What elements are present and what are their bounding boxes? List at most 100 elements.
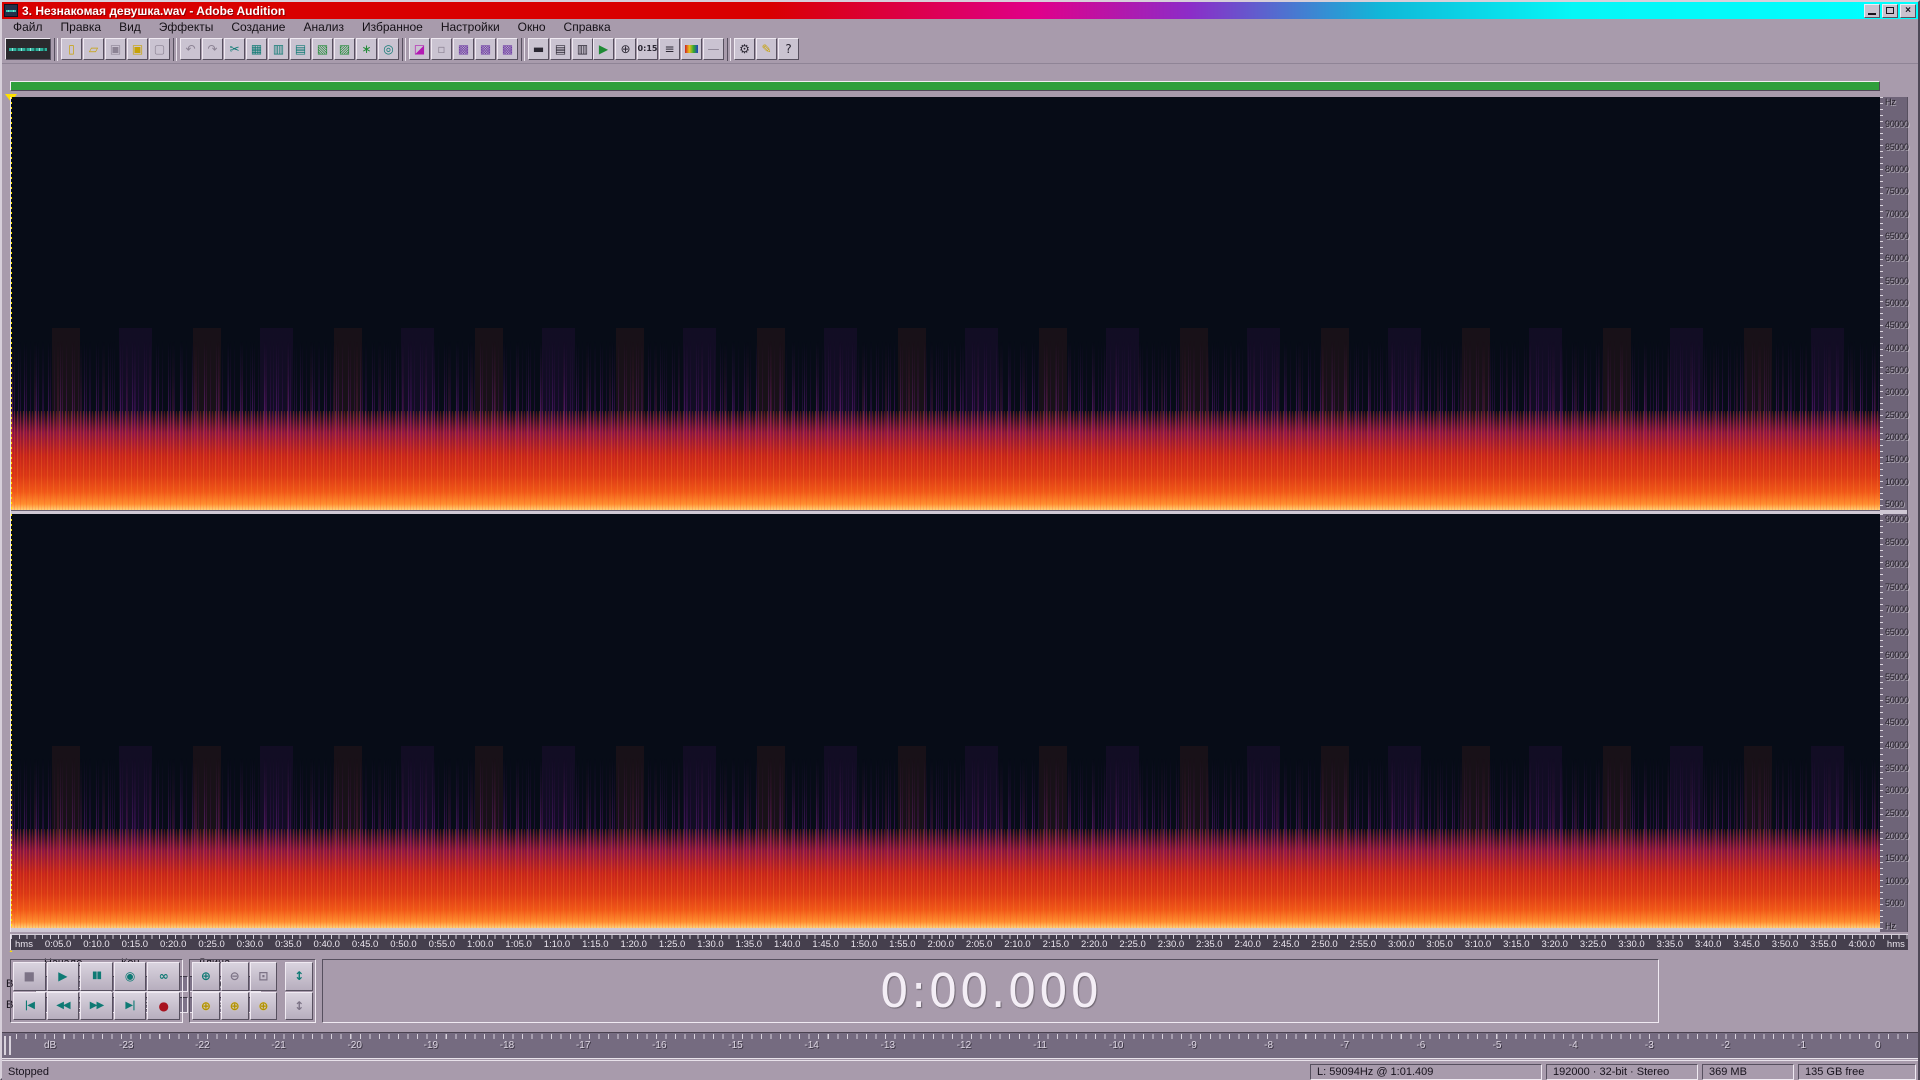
save-as-button[interactable]: ▣ bbox=[127, 38, 148, 60]
paste-to-new-button[interactable]: ▨ bbox=[334, 38, 355, 60]
menu-item[interactable]: Создание bbox=[222, 20, 294, 35]
scripts-button[interactable]: ⚙ bbox=[734, 38, 755, 60]
stop-button[interactable]: ■ bbox=[13, 962, 46, 991]
zoom-in-vertical-button[interactable]: ↕ bbox=[285, 962, 313, 991]
redo-button[interactable]: ↷ bbox=[202, 38, 223, 60]
menu-item[interactable]: Вид bbox=[110, 20, 150, 35]
toolbar-icon: ∗ bbox=[361, 42, 372, 56]
open-file-button[interactable]: ▱ bbox=[83, 38, 104, 60]
view-toggle-button[interactable] bbox=[5, 38, 51, 60]
timeline-ruler[interactable]: hms 0:05.0 0:10.0 0:15.0 0:20.0 0:25.0 0:30.0 0… bbox=[10, 934, 1908, 950]
frequency-label: 20000 bbox=[1885, 431, 1909, 442]
save-selection-button[interactable]: ▢ bbox=[149, 38, 170, 60]
transport-icon: |◀ bbox=[24, 999, 35, 1011]
timeline-label: 1:55.0 bbox=[889, 939, 916, 950]
menu-item[interactable]: Настройки bbox=[432, 20, 509, 35]
waveform-icon bbox=[9, 48, 47, 51]
go-to-start-button[interactable]: |◀ bbox=[13, 991, 46, 1020]
go-to-end-button[interactable]: ▶| bbox=[113, 991, 147, 1020]
spacer2[interactable] bbox=[278, 992, 284, 1021]
rewind-button[interactable]: ◀◀ bbox=[46, 991, 80, 1020]
spectrogram-left-channel[interactable] bbox=[11, 97, 1880, 510]
menu-item[interactable]: Правка bbox=[52, 20, 111, 35]
display-options-button[interactable]: ≡ bbox=[659, 38, 680, 60]
batch-process-button[interactable]: ▫ bbox=[431, 38, 452, 60]
meter-db-label: -7 bbox=[1340, 1040, 1350, 1051]
help-button[interactable]: ? bbox=[778, 38, 799, 60]
meter-db-label: -14 bbox=[804, 1040, 819, 1051]
timeline-label: 0:40.0 bbox=[313, 939, 340, 950]
zoom-out-vertical-button[interactable]: ↕ bbox=[285, 991, 313, 1020]
mix-paste-button[interactable]: ∗ bbox=[356, 38, 377, 60]
frequency-label: 15000 bbox=[1885, 454, 1909, 465]
meter-db-label: -6 bbox=[1416, 1040, 1426, 1051]
crop-button[interactable]: ▦ bbox=[246, 38, 267, 60]
zoom-options-button[interactable]: ⊕ bbox=[615, 38, 636, 60]
zoom-out-button[interactable]: ⊖ bbox=[220, 962, 249, 991]
spacer[interactable] bbox=[278, 962, 284, 991]
find-beats-button[interactable]: ◎ bbox=[378, 38, 399, 60]
menu-item[interactable]: Файл bbox=[4, 20, 52, 35]
spectrogram-display[interactable] bbox=[10, 97, 1880, 932]
copy-to-new-button[interactable]: ▤ bbox=[290, 38, 311, 60]
timeline-label: 2:55.0 bbox=[1349, 939, 1377, 950]
meter-grip[interactable] bbox=[4, 1036, 11, 1055]
zoom-right-edge-button[interactable]: ⊕ bbox=[249, 991, 278, 1020]
zoom-icon: ⊕ bbox=[229, 998, 240, 1013]
timeline-label: 0:05.0 bbox=[44, 939, 72, 950]
frequency-label: 90000 bbox=[1885, 119, 1909, 130]
copy-button[interactable]: ▥ bbox=[268, 38, 289, 60]
toolbar-icon: ⚙ bbox=[739, 42, 750, 56]
overview-navigation-bar[interactable] bbox=[10, 81, 1880, 91]
frequency-ruler[interactable]: Hz 90000 85000 80000 75000 70000 65000 60000 550… bbox=[1880, 97, 1909, 932]
record-button[interactable]: ● bbox=[147, 991, 180, 1020]
close-button[interactable]: × bbox=[1900, 3, 1916, 18]
play-options-button[interactable]: ▶ bbox=[593, 38, 614, 60]
blank-button[interactable]: — bbox=[703, 38, 724, 60]
spectral-colors-button[interactable]: ▮ bbox=[681, 38, 702, 60]
spectral-view-button[interactable]: ▤ bbox=[550, 38, 571, 60]
spectrogram-right-channel[interactable] bbox=[11, 514, 1880, 928]
pause-button[interactable]: ▮▮ bbox=[80, 962, 113, 991]
frequency-label: 25000 bbox=[1885, 807, 1909, 818]
time-window-button[interactable]: 0:15 bbox=[637, 38, 658, 60]
zoom-in-button[interactable]: ⊕ bbox=[192, 962, 220, 991]
zoom-to-selection-button[interactable]: ⊕ bbox=[192, 991, 220, 1020]
title-bar: 3. Незнакомая девушка.wav - Adobe Auditi… bbox=[2, 2, 1918, 19]
play-button[interactable]: ▶ bbox=[46, 962, 80, 991]
toolbar-icon: ▯ bbox=[68, 42, 75, 56]
zoom-left-edge-button[interactable]: ⊕ bbox=[220, 991, 249, 1020]
toolbar-icon: ▩ bbox=[479, 42, 492, 56]
fast-forward-button[interactable]: ▶▶ bbox=[80, 991, 113, 1020]
transport-icon: ■ bbox=[23, 969, 35, 984]
zoom-full-button[interactable]: ⊡ bbox=[249, 962, 278, 991]
edit-script-button[interactable]: ✎ bbox=[756, 38, 777, 60]
save-file-button[interactable]: ▣ bbox=[105, 38, 126, 60]
cd-project-view-button[interactable]: ▩ bbox=[497, 38, 518, 60]
menu-item[interactable]: Справка bbox=[555, 20, 620, 35]
properties-view-button[interactable]: ▥ bbox=[572, 38, 593, 60]
menu-item[interactable]: Эффекты bbox=[150, 20, 223, 35]
minimize-icon bbox=[1868, 12, 1876, 15]
play-looped-button[interactable]: ◉ bbox=[113, 962, 147, 991]
menu-item[interactable]: Окно bbox=[509, 20, 555, 35]
timeline-label: 4:00.0 bbox=[1848, 939, 1875, 950]
restore-button[interactable] bbox=[1882, 3, 1899, 18]
paste-button[interactable]: ▧ bbox=[312, 38, 333, 60]
waveform-view-button[interactable]: ▬ bbox=[528, 38, 549, 60]
timeline-label: 2:00.0 bbox=[927, 939, 954, 950]
toolbar-icon: ▮ bbox=[685, 45, 698, 53]
convert-sample-type-button[interactable]: ◪ bbox=[409, 38, 430, 60]
level-meter[interactable]: dB -23 -22 -21 -20 -19 -18 -17 -16 -15 -14 -13 -12 -1… bbox=[2, 1032, 1918, 1059]
undo-button[interactable]: ↶ bbox=[180, 38, 201, 60]
new-file-button[interactable]: ▯ bbox=[61, 38, 82, 60]
minimize-button[interactable] bbox=[1864, 3, 1880, 18]
menu-item[interactable]: Анализ bbox=[294, 20, 353, 35]
loop-button[interactable]: ∞ bbox=[147, 962, 180, 991]
toolbar-icon: ◪ bbox=[413, 42, 426, 56]
timeline-label: 3:15.0 bbox=[1503, 939, 1530, 950]
edit-waveform-view-button[interactable]: ▩ bbox=[453, 38, 474, 60]
multitrack-view-button[interactable]: ▩ bbox=[475, 38, 496, 60]
menu-item[interactable]: Избранное bbox=[353, 20, 432, 35]
cut-button[interactable]: ✂ bbox=[224, 38, 245, 60]
